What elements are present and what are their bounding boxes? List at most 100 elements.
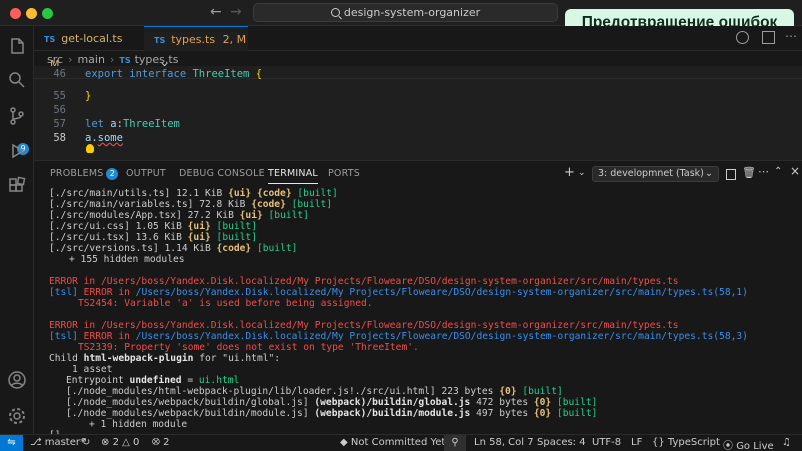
ports-indicator[interactable]: ⭙ 2 [152,437,169,448]
tab-types[interactable]: TStypes.ts 2, M × [144,26,248,72]
tab-label: types.ts [171,33,216,46]
problems-badge: 2 [106,168,119,180]
run-icon[interactable] [736,31,749,44]
close-window-button[interactable] [10,8,21,19]
panel-tab-ports[interactable]: PORTS [328,168,360,179]
search-icon[interactable] [7,70,27,90]
terminal-line: Entrypoint undefined = ui.html [66,375,240,386]
panel-tab-output[interactable]: OUTPUT [126,168,166,179]
trash-icon[interactable]: 🗑 [742,166,756,179]
breadcrumb-file[interactable]: types.ts [135,53,179,66]
type-name: ThreeItem [192,68,250,80]
terminal-line: [./src/main/utils.ts] 12.1 KiB {ui} {cod… [49,188,338,199]
git-branch-icon: ⎇ [30,437,42,448]
tab-status: 2, M [222,33,247,46]
language-mode[interactable]: {} TypeScript [652,437,720,448]
status-bar: ⇋ ⎇ master* ↻ ⊗ 2 △ 0 ⭙ 2 ◆ Not Committe… [0,434,802,451]
code-line: export interface ThreeItem { [85,68,262,80]
bottom-panel: PROBLEMS 2 OUTPUT DEBUG CONSOLE TERMINAL … [34,160,802,441]
lightbulb-icon[interactable] [86,144,94,153]
remote-icon: ⇋ [7,437,16,448]
terminal-line: [./src/modules/App.tsx] 27.2 KiB {ui} [b… [49,210,309,221]
activity-bar: 9 [0,26,34,434]
split-editor-icon[interactable] [762,31,775,44]
chevron-right-icon: › [68,53,73,66]
git-blame-indicator[interactable]: ◆ Not Committed Yet [340,437,445,448]
line-number: 57 [53,118,66,130]
line-number: 58 [53,132,66,144]
source-control-icon[interactable] [7,106,27,126]
sync-icon[interactable]: ↻ [82,437,90,448]
problems-indicator[interactable]: ⊗ 2 △ 0 [101,437,139,448]
breadcrumb: src › main › TS types.ts [47,53,178,66]
terminal-error-line: ERROR in /Users/boss/Yandex.Disk.localiz… [49,320,679,331]
forward-arrow-icon[interactable]: → [230,4,242,20]
run-debug-icon[interactable] [7,141,27,161]
code-line: let a:ThreeItem [85,118,180,130]
broadcast-icon: ⦿ [723,441,733,451]
ports-icon: ⭙ [152,437,160,448]
maximize-window-button[interactable] [42,8,53,19]
breadcrumb-main[interactable]: main [77,53,104,66]
notifications-bell-icon[interactable]: ♫ [782,437,791,448]
terminal-line: [./src/ui.tsx] 13.6 KiB {ui} [built] [49,232,257,243]
terminal-line: [./node_modules/webpack/buildin/global.j… [66,397,598,408]
type-name: ThreeItem [122,118,180,130]
terminal-error-line: [tsl] ERROR in /Users/boss/Yandex.Disk.l… [49,287,748,298]
code-editor[interactable]: 46 export interface ThreeItem { 55 } 56 … [34,66,802,160]
panel-tab-terminal[interactable]: TERMINAL [268,168,318,184]
more-actions-icon[interactable]: ⋯ [785,29,797,43]
terminal-line: [./src/versions.ts] 1.14 KiB {code} [bui… [49,243,298,254]
zoom-icon[interactable]: ⚲ [444,435,466,451]
editor-tabs: TSget-local.ts M TStypes.ts 2, M × ⋯ [34,26,802,72]
terminal-line: [./node_modules/webpack/buildin/module.j… [66,408,598,419]
property: some [97,132,123,144]
terminal-output[interactable]: [./src/main/utils.ts] 12.1 KiB {ui} {cod… [49,188,794,441]
code-line: a.some [85,132,123,144]
branch-indicator[interactable]: ⎇ master* [30,437,85,448]
typescript-icon: TS [119,56,131,65]
accounts-icon[interactable] [7,370,27,390]
command-center-label: design-system-organizer [343,6,481,19]
end-of-line[interactable]: LF [631,437,642,448]
maximize-panel-icon[interactable]: ⌃ [774,166,782,177]
indentation[interactable]: Spaces: 4 [537,437,586,448]
terminal-line: [./src/ui.css] 1.05 KiB {ui} [built] [49,221,257,232]
new-terminal-icon[interactable]: + [564,165,575,180]
line-number: 55 [53,90,66,102]
command-center-search[interactable]: design-system-organizer [253,3,558,22]
terminal-error-line: [tsl] ERROR in /Users/boss/Yandex.Disk.l… [49,331,748,342]
terminal-error-message: TS2339: Property 'some' does not exist o… [78,342,419,353]
git-commit-icon: ◆ [340,437,348,448]
panel-tab-debug-console[interactable]: DEBUG CONSOLE [179,168,265,179]
encoding[interactable]: UTF-8 [592,437,621,448]
terminal-line: 1 asset [72,364,113,375]
close-panel-icon[interactable]: × [790,164,800,178]
keyword: let [85,118,104,130]
more-actions-icon[interactable]: ⋯ [758,165,769,178]
terminal-error-message: TS2454: Variable 'a' is used before bein… [78,298,373,309]
terminal-select[interactable]: 3: developmnet (Task) ⌄ [592,166,719,182]
remote-indicator[interactable]: ⇋ [0,435,23,451]
breadcrumb-src[interactable]: src [47,53,63,66]
split-terminal-icon[interactable] [726,169,736,180]
chevron-right-icon: › [109,53,115,66]
extensions-icon[interactable] [7,176,27,196]
minimize-window-button[interactable] [26,8,37,19]
error-icon: ⊗ [101,437,110,448]
settings-gear-icon[interactable] [7,406,27,426]
tab-get-local[interactable]: TS get-local.ts M [34,26,140,71]
terminal-error-line: ERROR in /Users/boss/Yandex.Disk.localiz… [49,276,679,287]
chevron-down-icon[interactable]: ⌄ [578,168,586,178]
explorer-icon[interactable] [7,36,27,56]
back-arrow-icon[interactable]: ← [210,4,222,20]
panel-tab-problems[interactable]: PROBLEMS 2 [50,168,119,180]
typescript-icon: TS [154,36,166,45]
warning-icon: △ [122,437,130,448]
go-live-button[interactable]: ⦿ Go Live [723,437,774,451]
terminal-line: Child html-webpack-plugin for "ui.html": [49,353,281,364]
terminal-line: [./src/main/variables.ts] 72.8 KiB {code… [49,199,333,210]
code-line: } [85,90,92,102]
cursor-position[interactable]: Ln 58, Col 7 [474,437,534,448]
brace: { [249,68,263,80]
